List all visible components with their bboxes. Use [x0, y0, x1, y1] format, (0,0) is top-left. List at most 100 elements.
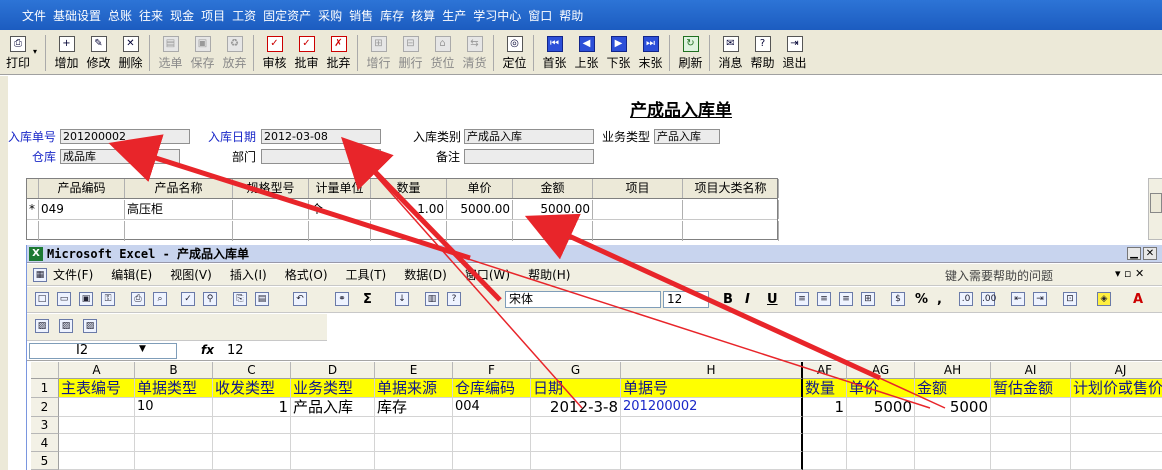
toolbar-button-8[interactable]: ✗ 批弃 — [323, 33, 354, 71]
grid-cell-projcat[interactable] — [683, 200, 779, 219]
toolbar-button-17[interactable]: ⏭ 末张 — [635, 33, 666, 71]
help-dropdown-icon[interactable]: ▾ ▫ ✕ — [1115, 267, 1144, 280]
sheet-cell[interactable] — [213, 452, 291, 470]
column-header[interactable]: G — [531, 362, 621, 379]
note-field[interactable] — [464, 149, 594, 164]
sheet-cell[interactable] — [991, 417, 1071, 434]
sheet-cell[interactable] — [375, 452, 453, 470]
print-icon[interactable]: ⎙ — [131, 292, 145, 306]
grid-cell-empty[interactable] — [593, 221, 683, 241]
sheet-cell[interactable]: 004 — [453, 398, 531, 417]
toolbar-button-0[interactable]: + 增加 — [51, 33, 82, 71]
header-cell[interactable]: 暂估金额 — [991, 379, 1071, 398]
sheet-cell[interactable] — [135, 452, 213, 470]
align-right-icon[interactable]: ≡ — [839, 292, 853, 306]
row-header[interactable]: 2 — [31, 398, 59, 417]
toolbar-button-2[interactable]: ✕ 删除 — [115, 33, 146, 71]
sheet-cell[interactable] — [453, 452, 531, 470]
column-header[interactable]: B — [135, 362, 213, 379]
sheet-cell[interactable] — [291, 417, 375, 434]
custom-tool-3-icon[interactable]: ▨ — [83, 319, 97, 333]
scroll-thumb[interactable] — [1150, 193, 1162, 213]
sheet-cell[interactable] — [291, 434, 375, 452]
toolbar-button-18[interactable]: ↻ 刷新 — [675, 33, 706, 71]
increase-indent-icon[interactable]: ⇥ — [1033, 292, 1047, 306]
sheet-cell[interactable]: 5000 — [847, 398, 915, 417]
menu-item-0[interactable]: 文件 — [22, 7, 46, 24]
sheet-cell[interactable]: 1 — [803, 398, 847, 417]
toolbar-button-20[interactable]: ? 帮助 — [747, 33, 778, 71]
grid-column-header[interactable]: 产品编码 — [39, 179, 125, 198]
toolbar-button-5[interactable]: ♻ 放弃 — [219, 33, 250, 71]
toolbar-button-10[interactable]: ⊟ 删行 — [395, 33, 426, 71]
underline-button[interactable]: U — [767, 292, 778, 307]
increase-decimal-icon[interactable]: .0 — [959, 292, 973, 306]
row-header[interactable]: 3 — [31, 417, 59, 434]
grid-cell-empty[interactable] — [27, 221, 39, 241]
grid-column-header[interactable]: 数量 — [371, 179, 447, 198]
preview-icon[interactable]: ⌕ — [153, 292, 167, 306]
menu-item-6[interactable]: 工资 — [232, 7, 256, 24]
sheet-cell[interactable]: 产品入库 — [291, 398, 375, 417]
menu-item-10[interactable]: 库存 — [380, 7, 404, 24]
header-cell[interactable]: 日期 — [531, 379, 621, 398]
table-row[interactable]: * 049 高压柜个 1.00 5000.00 5000.00 — [27, 200, 779, 220]
percent-button[interactable]: % — [915, 292, 928, 307]
header-cell[interactable]: 数量 — [803, 379, 847, 398]
sheet-cell[interactable] — [135, 417, 213, 434]
menu-item-15[interactable]: 帮助 — [559, 7, 583, 24]
sheet-cell[interactable] — [213, 417, 291, 434]
row-header[interactable]: 5 — [31, 452, 59, 470]
sheet-cell[interactable] — [59, 434, 135, 452]
help-search-input[interactable]: 键入需要帮助的问题 — [945, 267, 1053, 284]
sort-icon[interactable]: ↓ — [395, 292, 409, 306]
menu-item-9[interactable]: 销售 — [349, 7, 373, 24]
new-icon[interactable]: □ — [35, 292, 49, 306]
column-header[interactable]: AH — [915, 362, 991, 379]
sheet-cell[interactable] — [59, 417, 135, 434]
menu-item-11[interactable]: 核算 — [411, 7, 435, 24]
row-header[interactable]: 4 — [31, 434, 59, 452]
toolbar-button-19[interactable]: ✉ 消息 — [715, 33, 746, 71]
grid-cell-empty[interactable] — [513, 221, 593, 241]
menu-item-2[interactable]: 总账 — [108, 7, 132, 24]
menu-item-12[interactable]: 生产 — [442, 7, 466, 24]
grid-column-header[interactable]: 项目 — [593, 179, 683, 198]
toolbar-button-15[interactable]: ◀ 上张 — [571, 33, 602, 71]
header-cell[interactable]: 单据来源 — [375, 379, 453, 398]
menu-item-5[interactable]: 项目 — [201, 7, 225, 24]
header-cell[interactable]: 单价 — [847, 379, 915, 398]
column-header[interactable]: H — [621, 362, 803, 379]
sheet-cell[interactable] — [59, 452, 135, 470]
excel-menu-item-0[interactable]: 文件(F) — [53, 266, 93, 283]
sheet-cell[interactable] — [1071, 452, 1162, 470]
toolbar-button-12[interactable]: ⇆ 清货 — [459, 33, 490, 71]
sheet-cell[interactable] — [803, 452, 847, 470]
column-header[interactable]: AG — [847, 362, 915, 379]
grid-column-header[interactable]: 产品名称 — [125, 179, 233, 198]
decrease-decimal-icon[interactable]: .00 — [981, 292, 996, 306]
toolbar-button-13[interactable]: ◎ 定位 — [499, 33, 530, 71]
sheet-cell[interactable] — [803, 417, 847, 434]
column-header[interactable]: AJ — [1071, 362, 1162, 379]
sheet-cell[interactable]: 1 — [213, 398, 291, 417]
sheet-cell[interactable] — [991, 434, 1071, 452]
grid-cell-proj[interactable] — [593, 200, 683, 219]
grid-cell-qty[interactable]: 1.00 — [371, 200, 447, 219]
borders-icon[interactable]: ⊡ — [1063, 292, 1077, 306]
grid-cell-marker[interactable]: * — [27, 200, 39, 219]
header-cell[interactable]: 单据类型 — [135, 379, 213, 398]
biz-type-field[interactable]: 产品入库 — [654, 129, 720, 144]
toolbar-button-9[interactable]: ⊞ 增行 — [363, 33, 394, 71]
paste-icon[interactable]: ▤ — [255, 292, 269, 306]
toolbar-button-4[interactable]: ▣ 保存 — [187, 33, 218, 71]
sheet-cell[interactable] — [847, 417, 915, 434]
grid-cell-empty[interactable] — [39, 221, 125, 241]
menu-item-8[interactable]: 采购 — [318, 7, 342, 24]
align-center-icon[interactable]: ≡ — [817, 292, 831, 306]
sheet-cell[interactable]: 2012-3-8 — [531, 398, 621, 417]
toolbar-button-11[interactable]: ⌂ 货位 — [427, 33, 458, 71]
menu-item-7[interactable]: 固定资产 — [263, 7, 311, 24]
header-cell[interactable]: 金额 — [915, 379, 991, 398]
sheet-cell[interactable]: 5000 — [915, 398, 991, 417]
